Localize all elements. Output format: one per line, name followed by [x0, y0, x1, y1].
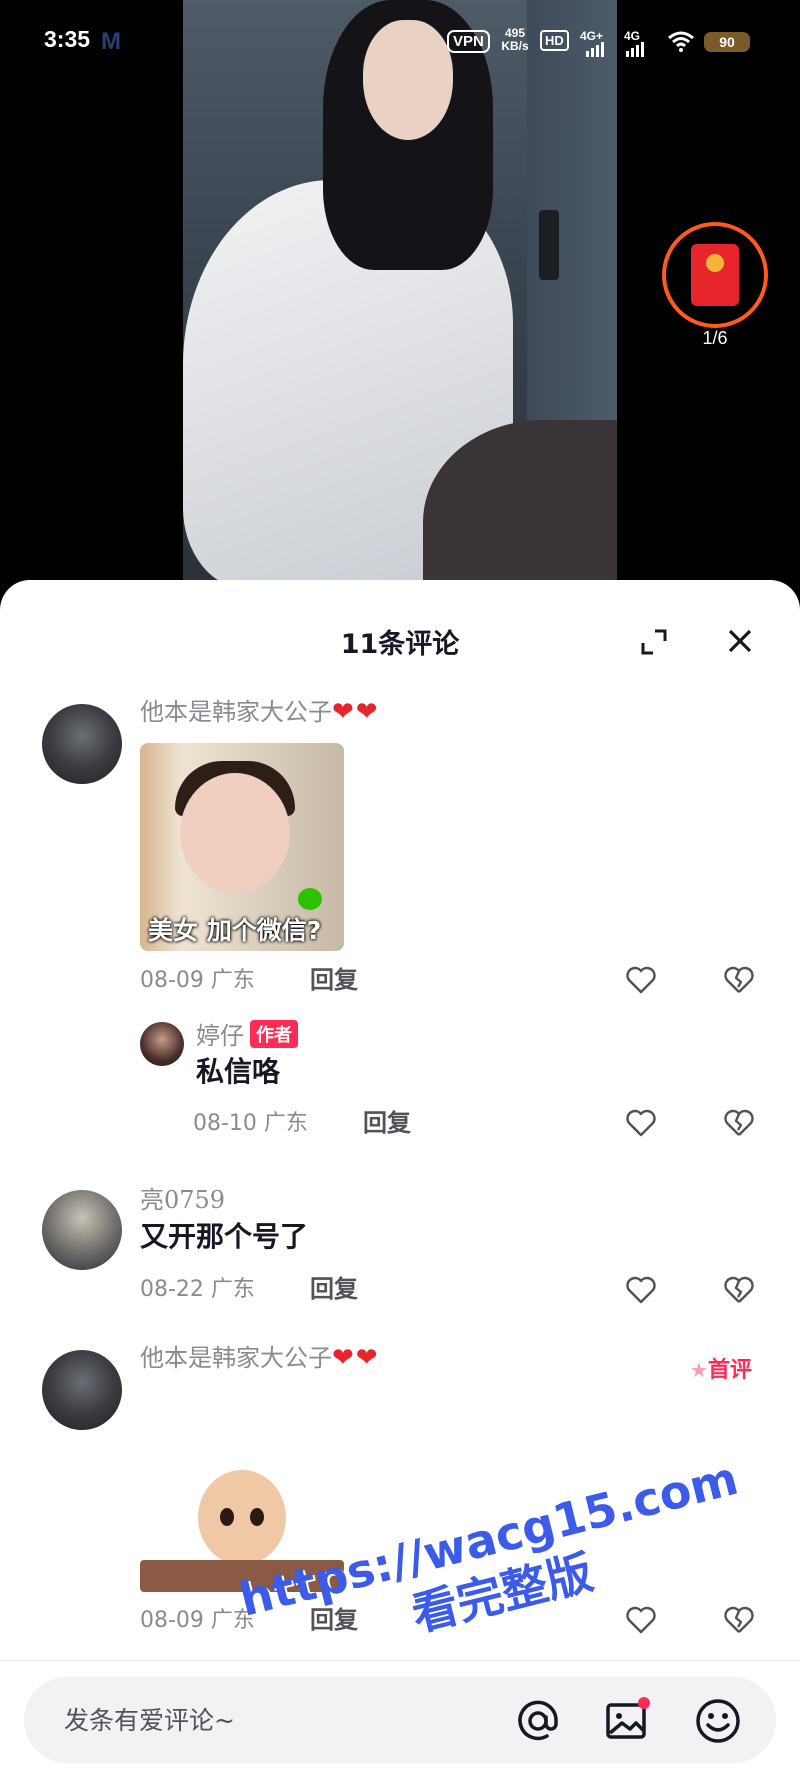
- signal-bars-2-icon: [626, 42, 644, 57]
- comment-username[interactable]: 亮0759: [140, 1180, 225, 1215]
- broken-heart-icon[interactable]: [723, 1107, 755, 1139]
- network-speed-unit: KB/s: [501, 39, 529, 53]
- first-comment-badge: ★首评: [690, 1352, 752, 1384]
- comment-input-bar: [0, 1660, 800, 1779]
- expand-icon[interactable]: [640, 628, 668, 656]
- sticker-monk-eye: [250, 1508, 264, 1526]
- reply-avatar[interactable]: [140, 1022, 184, 1066]
- mention-at-icon[interactable]: [514, 1697, 562, 1745]
- network-type-2: 4G: [624, 29, 641, 43]
- comments-title: 11条评论: [340, 629, 460, 660]
- signal-bars-1-icon: [586, 42, 604, 57]
- heart-like-icon[interactable]: [625, 1274, 657, 1306]
- comment-sticker-image[interactable]: 美女 加个微信?: [140, 743, 344, 951]
- comment-input-box[interactable]: [24, 1677, 776, 1763]
- comment-username[interactable]: 他本是韩家大公子❤❤: [140, 692, 380, 727]
- status-bar: 3:35 M VPN 495 KB/s HD 4G+ 4G 90: [0, 0, 800, 82]
- heart-emoji: ❤❤: [332, 1343, 380, 1373]
- reply-username-text: 婷仔: [196, 1022, 244, 1050]
- image-icon[interactable]: [604, 1697, 652, 1745]
- avatar[interactable]: [42, 1190, 122, 1270]
- heart-like-icon[interactable]: [625, 1604, 657, 1636]
- emoji-icon[interactable]: [694, 1697, 742, 1745]
- avatar[interactable]: [42, 1350, 122, 1430]
- reply-date-location: 08-10 广东: [193, 1111, 308, 1136]
- red-packet-button[interactable]: [662, 222, 768, 328]
- reply-button[interactable]: 回复: [310, 960, 358, 995]
- reply-button[interactable]: 回复: [363, 1103, 411, 1138]
- sticker-kid-face: [180, 773, 290, 893]
- comment-username-text: 他本是韩家大公子: [140, 1344, 332, 1372]
- reply-button[interactable]: 回复: [310, 1269, 358, 1304]
- comment-input[interactable]: [62, 1699, 506, 1741]
- comment-date-location: 08-09 广东: [140, 1608, 255, 1633]
- comment-username-text: 他本是韩家大公子: [140, 698, 332, 726]
- sticker-caption: 美女 加个微信?: [148, 916, 322, 945]
- sticker-monk-eye: [220, 1508, 234, 1526]
- close-icon[interactable]: [725, 626, 755, 656]
- wechat-icon: [298, 888, 322, 910]
- avatar[interactable]: [42, 704, 122, 784]
- status-time: 3:35: [44, 26, 91, 52]
- hd-icon: HD: [540, 30, 569, 51]
- first-comment-badge-text: 首评: [707, 1358, 752, 1383]
- star-icon: ★: [690, 1358, 708, 1382]
- network-speed-value: 495: [504, 26, 526, 40]
- red-envelope-icon: [691, 244, 739, 306]
- wifi-icon: [668, 31, 694, 52]
- comment-text: 又开那个号了: [140, 1220, 309, 1253]
- comment-date-location: 08-09 广东: [140, 968, 255, 993]
- sticker-monk-head: [198, 1470, 286, 1565]
- battery-indicator: 90: [704, 32, 750, 52]
- app-notification-icon: M: [101, 28, 121, 55]
- heart-emoji: ❤❤: [332, 697, 380, 727]
- red-packet-count: 1/6: [702, 328, 728, 348]
- broken-heart-icon[interactable]: [723, 1604, 755, 1636]
- comment-username[interactable]: 他本是韩家大公子❤❤: [140, 1338, 380, 1373]
- reply-text: 私信咯: [196, 1055, 281, 1088]
- heart-like-icon[interactable]: [625, 964, 657, 996]
- network-type-1: 4G+: [580, 29, 604, 43]
- vpn-icon: VPN: [447, 30, 490, 53]
- heart-like-icon[interactable]: [625, 1107, 657, 1139]
- video-player[interactable]: [183, 0, 617, 590]
- comment-date-location: 08-22 广东: [140, 1277, 255, 1302]
- network-speed: 495 KB/s: [497, 27, 533, 53]
- reply-username[interactable]: 婷仔 作者: [196, 1016, 298, 1051]
- broken-heart-icon[interactable]: [723, 964, 755, 996]
- broken-heart-icon[interactable]: [723, 1274, 755, 1306]
- author-badge: 作者: [250, 1020, 298, 1048]
